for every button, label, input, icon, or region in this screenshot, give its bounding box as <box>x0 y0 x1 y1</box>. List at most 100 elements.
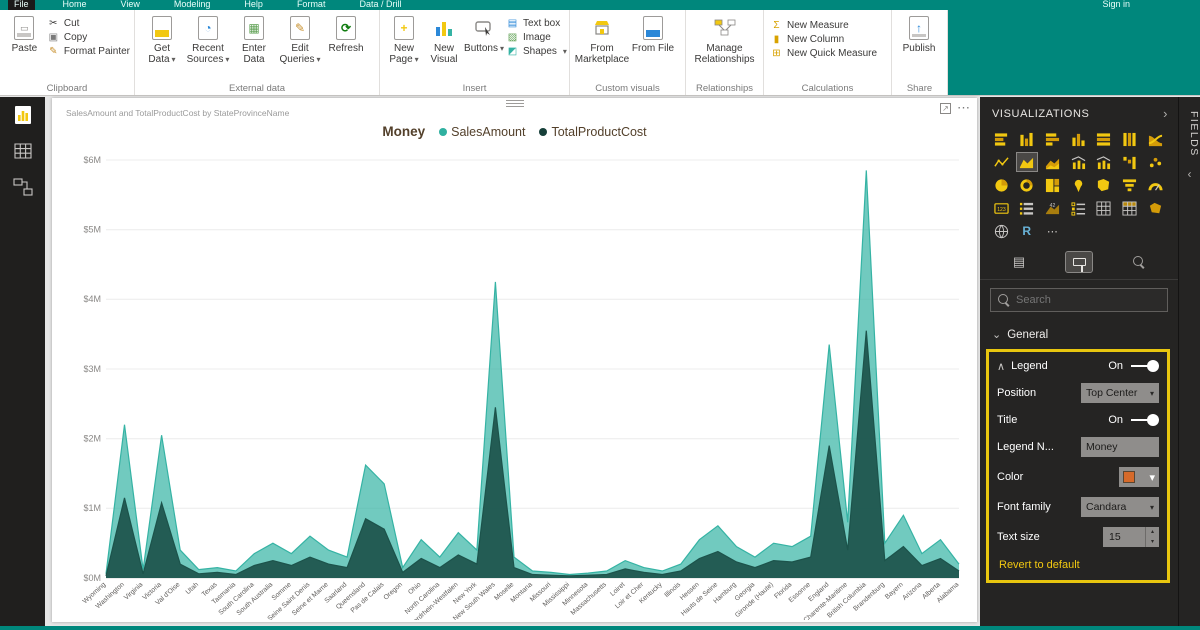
ribbon-tab-data-drill[interactable]: Data / Drill <box>353 0 407 10</box>
area-chart[interactable]: $0M$1M$2M$3M$4M$5M$6MWyomingWashingtonVi… <box>60 150 969 620</box>
table-icon[interactable] <box>1093 198 1115 218</box>
visual-drag-handle[interactable] <box>505 100 524 107</box>
line-and-clustered-column-chart-icon[interactable] <box>1093 152 1115 172</box>
ellipsis-icon[interactable]: ⋯ <box>1041 221 1063 241</box>
cut-button[interactable]: ✂ Cut <box>47 18 130 29</box>
ribbon-tab-view[interactable]: View <box>115 0 146 10</box>
report-view-button[interactable] <box>0 97 45 133</box>
manage-relationships-button[interactable]: Manage Relationships <box>690 13 759 65</box>
format-search[interactable] <box>990 288 1168 312</box>
focus-mode-icon[interactable]: ↗ <box>940 102 951 114</box>
stepper-up-icon[interactable]: ▴ <box>1146 527 1159 537</box>
stacked-bar-chart-icon[interactable] <box>990 129 1012 149</box>
publish-button[interactable]: ↑ Publish <box>896 13 942 54</box>
search-input[interactable] <box>1016 294 1146 306</box>
enter-data-button[interactable]: ▦ Enter Data <box>231 13 277 65</box>
map-icon[interactable] <box>1067 175 1089 195</box>
ribbon-group-clipboard: ▭ Paste ✂ Cut ▣ Copy ✎ Format Painter Clipb… <box>0 10 135 95</box>
ribbon-tab-home[interactable]: Home <box>57 0 93 10</box>
tab-fields-pane[interactable]: ▤ <box>1006 252 1032 272</box>
new-page-button[interactable]: + New Page ▾ <box>384 13 424 65</box>
legend-item-TotalProductCost[interactable]: TotalProductCost <box>539 125 647 139</box>
legend-name-input[interactable] <box>1081 437 1159 457</box>
legend-section-header[interactable]: ∧ Legend On <box>989 354 1167 378</box>
ribbon-tab-modeling[interactable]: Modeling <box>168 0 217 10</box>
new-column-button[interactable]: ▮ New Column <box>770 34 877 45</box>
from-marketplace-button[interactable]: From Marketplace <box>574 13 630 65</box>
line-chart-icon[interactable] <box>990 152 1012 172</box>
color-dropdown[interactable]: ▾ <box>1119 467 1159 487</box>
buttons-button[interactable]: Buttons ▾ <box>464 13 504 54</box>
chevron-down-icon: ▾ <box>1149 502 1154 512</box>
edit-queries-button[interactable]: ✎ Edit Queries ▾ <box>277 13 323 65</box>
sign-in-link[interactable]: Sign in <box>1102 0 1130 10</box>
position-dropdown[interactable]: Top Center ▾ <box>1081 383 1159 403</box>
100-stacked-bar-chart-icon[interactable] <box>1093 129 1115 149</box>
section-general[interactable]: ⌄ General <box>980 320 1178 347</box>
line-and-stacked-column-chart-icon[interactable] <box>1067 152 1089 172</box>
y-axis-label: $6M <box>83 155 101 165</box>
from-file-button[interactable]: From File <box>630 13 676 54</box>
stacked-area-chart-icon[interactable] <box>1041 152 1063 172</box>
ribbon-tab-format[interactable]: Format <box>291 0 332 10</box>
ribbon-chart-icon[interactable] <box>1144 129 1166 149</box>
r-script-visual-icon[interactable]: R <box>1016 221 1038 241</box>
shapes-button[interactable]: ◩ Shapes ▾ <box>506 46 567 57</box>
paste-button[interactable]: ▭ Paste <box>4 13 45 54</box>
100-stacked-column-chart-icon[interactable] <box>1119 129 1141 149</box>
report-page[interactable]: ↗ ⋯ SalesAmount and TotalProductCost by … <box>52 98 977 622</box>
recent-sources-button[interactable]: ◔ Recent Sources ▾ <box>185 13 231 65</box>
legend-toggle[interactable] <box>1131 359 1159 373</box>
treemap-icon[interactable] <box>1041 175 1063 195</box>
scatter-chart-icon[interactable] <box>1144 152 1166 172</box>
image-button[interactable]: ▨ Image <box>506 32 567 43</box>
tab-analytics-pane[interactable] <box>1126 252 1152 272</box>
waterfall-chart-icon[interactable] <box>1119 152 1141 172</box>
area-chart-icon[interactable] <box>1015 152 1038 172</box>
expand-fields-icon[interactable]: ‹ <box>1179 167 1200 181</box>
clustered-bar-chart-icon[interactable] <box>1041 129 1063 149</box>
more-options-icon[interactable]: ⋯ <box>957 100 971 116</box>
matrix-icon[interactable] <box>1119 198 1141 218</box>
arcgis-map-icon[interactable] <box>990 221 1012 241</box>
stepper-down-icon[interactable]: ▾ <box>1146 537 1159 547</box>
card-icon[interactable]: 123 <box>990 198 1012 218</box>
ribbon-tab-help[interactable]: Help <box>238 0 269 10</box>
multi-row-card-icon[interactable] <box>1016 198 1038 218</box>
title-toggle[interactable] <box>1131 413 1159 427</box>
text-box-button[interactable]: ▤ Text box <box>506 18 567 29</box>
pie-chart-icon[interactable] <box>990 175 1012 195</box>
new-measure-button[interactable]: Σ New Measure <box>770 20 877 31</box>
get-data-button[interactable]: Get Data ▾ <box>139 13 185 65</box>
model-view-button[interactable] <box>0 169 45 205</box>
ribbon-group-custom-visuals: From Marketplace From File Custom visual… <box>570 10 686 95</box>
shape-map-icon[interactable] <box>1144 198 1166 218</box>
fields-pane-collapsed[interactable]: FIELDS ‹ <box>1178 97 1200 626</box>
gauge-icon[interactable] <box>1144 175 1166 195</box>
revert-to-default-link[interactable]: Revert to default <box>989 552 1167 580</box>
slicer-icon[interactable] <box>1067 198 1089 218</box>
donut-chart-icon[interactable] <box>1016 175 1038 195</box>
workspace: ↗ ⋯ SalesAmount and TotalProductCost by … <box>0 97 1200 626</box>
tab-format-pane[interactable] <box>1065 251 1093 273</box>
legend-item-SalesAmount[interactable]: SalesAmount <box>439 125 525 139</box>
text-size-stepper[interactable]: ▴ ▾ <box>1145 527 1159 547</box>
refresh-button[interactable]: ⟳ Refresh <box>323 13 369 54</box>
funnel-icon[interactable] <box>1119 175 1141 195</box>
stacked-column-chart-icon[interactable] <box>1016 129 1038 149</box>
kpi-icon[interactable]: 42 <box>1041 198 1063 218</box>
format-painter-button[interactable]: ✎ Format Painter <box>47 46 130 57</box>
clustered-column-chart-icon[interactable] <box>1067 129 1089 149</box>
new-visual-button[interactable]: New Visual <box>424 13 464 65</box>
collapse-pane-icon[interactable]: › <box>1163 106 1168 121</box>
font-family-dropdown[interactable]: Candara ▾ <box>1081 497 1159 517</box>
data-view-button[interactable] <box>0 133 45 169</box>
text-size-input[interactable]: 15 ▴ ▾ <box>1103 527 1159 547</box>
ribbon-tab-file[interactable]: File <box>8 0 35 10</box>
dropdown-caret: ▾ <box>316 55 321 64</box>
copy-button[interactable]: ▣ Copy <box>47 32 130 43</box>
chart-legend: Money SalesAmount TotalProductCost <box>52 124 977 139</box>
ribbon-group-insert: + New Page ▾ New Visual Buttons ▾ ▤ Text bo… <box>380 10 570 95</box>
filled-map-icon[interactable] <box>1093 175 1115 195</box>
new-quick-measure-button[interactable]: ⊞ New Quick Measure <box>770 48 877 59</box>
